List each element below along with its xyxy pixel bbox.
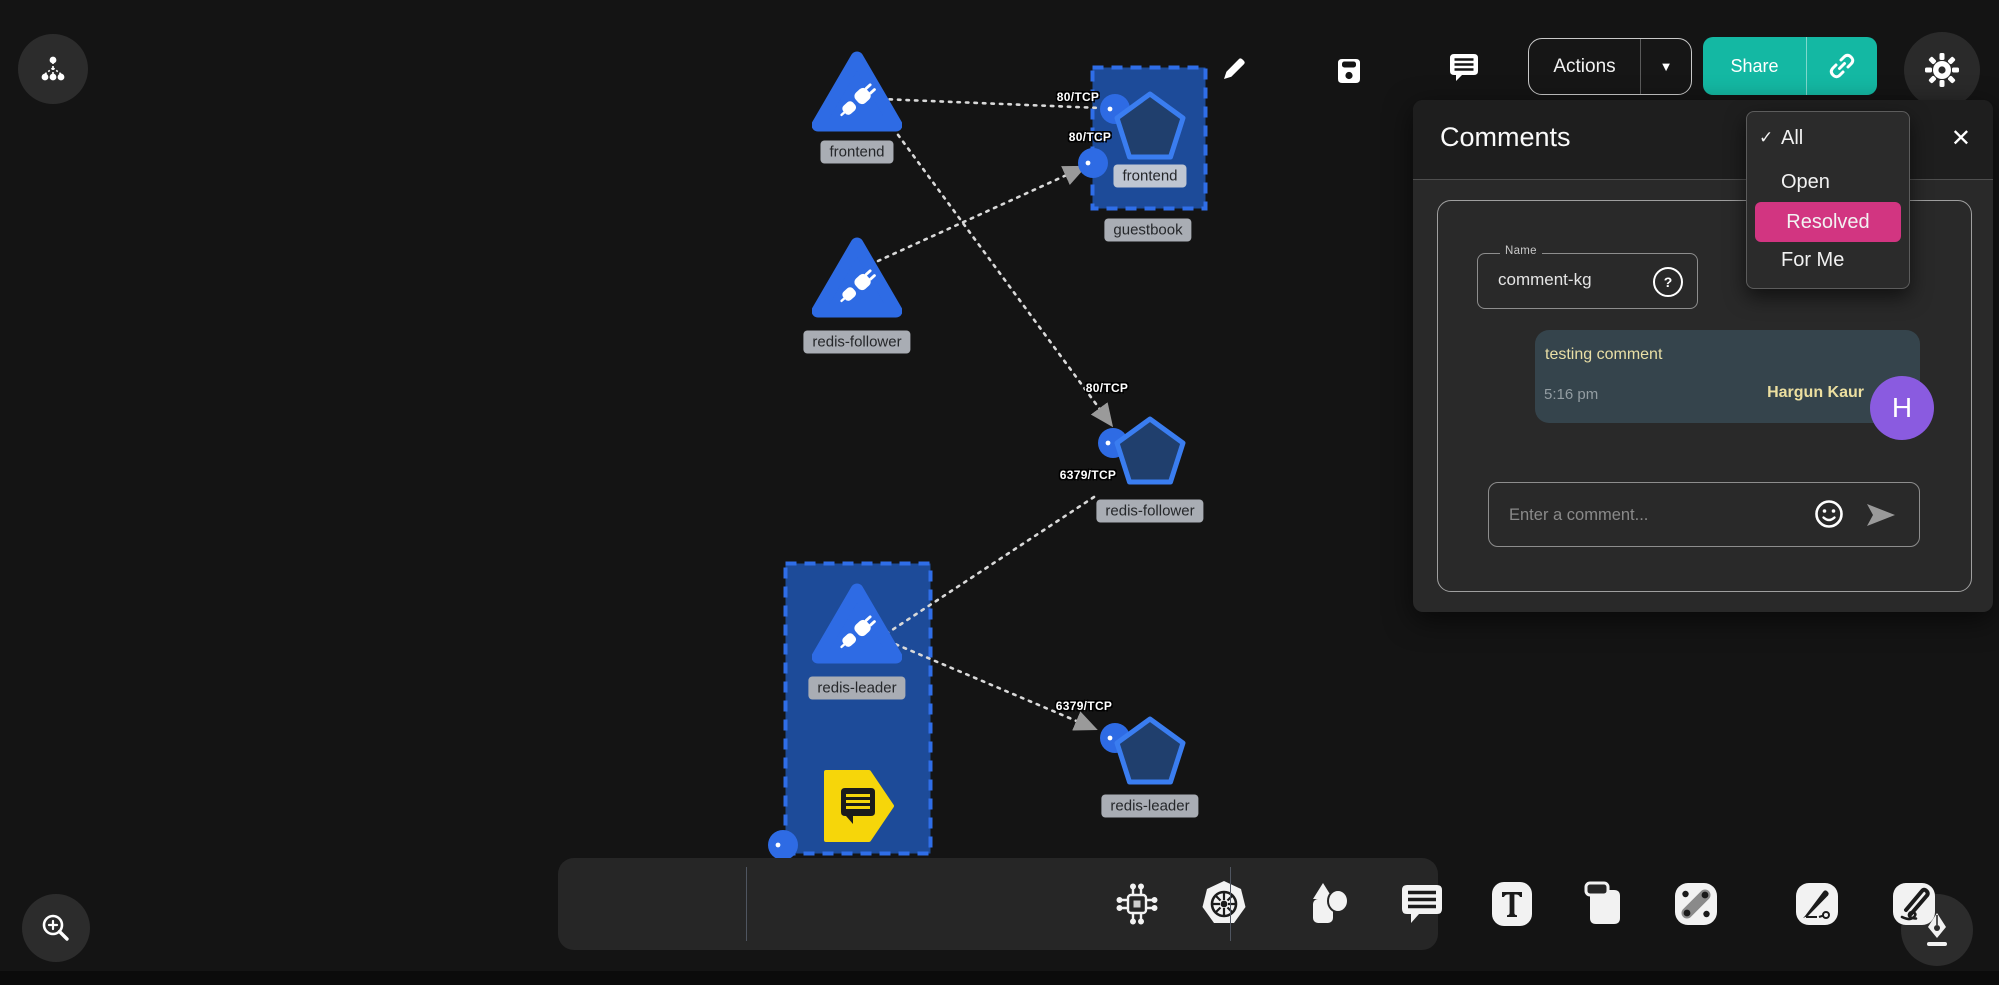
emoji-picker-button[interactable]	[1813, 498, 1845, 535]
help-icon[interactable]: ?	[1653, 267, 1683, 297]
edge-port-label: 6379/TCP	[1056, 699, 1112, 713]
comment-input[interactable]	[1495, 489, 1811, 541]
shapes-icon	[1305, 879, 1355, 929]
tool-scribble[interactable]	[1888, 878, 1940, 930]
checkmark-icon: ✓	[1759, 122, 1773, 154]
name-field-label: Name	[1500, 245, 1542, 257]
comment-name-field[interactable]: Name comment-kg ?	[1477, 253, 1698, 309]
port-4[interactable]	[768, 830, 798, 860]
pod-node-label: redis-leader	[1101, 795, 1198, 818]
pod-node-label: redis-follower	[1096, 500, 1203, 523]
comments-panel-title: Comments	[1440, 122, 1571, 153]
edge-port-label: 80/TCP	[1057, 90, 1099, 104]
toolbar-divider	[1230, 867, 1231, 941]
pod-node-frontend[interactable]	[1109, 87, 1191, 172]
smiley-icon	[1813, 498, 1845, 530]
port-dot	[776, 843, 781, 848]
service-node-label: frontend	[820, 141, 893, 164]
comment-composer	[1488, 482, 1920, 547]
text-tool-icon	[1489, 880, 1535, 928]
service-node-frontend[interactable]	[812, 51, 902, 138]
tool-select-graph[interactable]	[1111, 878, 1163, 930]
tool-text[interactable]	[1486, 878, 1538, 930]
filter-option-for-me[interactable]: For Me	[1747, 244, 1909, 276]
toolbar-divider	[746, 867, 747, 941]
comment-filter-menu: ✓All Open ResolvedFor Me	[1746, 111, 1910, 289]
service-node-label: redis-leader	[808, 677, 905, 700]
group-label-guestbook: guestbook	[1104, 219, 1191, 242]
frame-tool-icon	[1580, 880, 1628, 928]
connector-tool-icon	[1672, 880, 1720, 928]
port-1[interactable]	[1078, 148, 1108, 178]
comment-tool-icon	[1397, 881, 1447, 927]
filter-option-open[interactable]: Open	[1747, 166, 1909, 198]
filter-option-resolved[interactable]: Resolved	[1755, 202, 1901, 242]
edge-port-label: 80/TCP	[1069, 130, 1111, 144]
pod-node-redis-leader[interactable]	[1109, 712, 1191, 797]
edge-port-label: 6379/TCP	[1060, 468, 1116, 482]
tool-frame[interactable]	[1578, 878, 1630, 930]
tool-connector[interactable]	[1670, 878, 1722, 930]
tool-kubernetes[interactable]	[1198, 878, 1250, 930]
bottom-toolbar	[558, 858, 1438, 950]
close-icon[interactable]: ✕	[1951, 124, 1971, 153]
comment-time: 5:16 pm	[1544, 386, 1598, 403]
comment-author: Hargun Kaur	[1767, 384, 1864, 402]
send-icon	[1865, 502, 1897, 528]
service-node-label: redis-follower	[803, 331, 910, 354]
scribble-tool-icon	[1890, 880, 1938, 928]
canvas-comment-marker[interactable]	[819, 766, 897, 851]
pen-tool-icon	[1793, 880, 1841, 928]
comment-item[interactable]: testing comment 5:16 pm Hargun Kaur	[1535, 330, 1920, 423]
name-field-value: comment-kg	[1498, 270, 1592, 290]
send-comment-button[interactable]	[1865, 502, 1897, 533]
tool-shapes[interactable]	[1304, 878, 1356, 930]
kubernetes-icon	[1199, 879, 1249, 929]
tool-comment[interactable]	[1396, 878, 1448, 930]
avatar[interactable]: H	[1870, 376, 1934, 440]
service-node-redis-leader[interactable]	[812, 583, 902, 670]
pod-node-redis-follower[interactable]	[1109, 412, 1191, 497]
pod-node-label: frontend	[1113, 165, 1186, 188]
edge-2[interactable]	[893, 128, 1110, 423]
select-graph-icon	[1113, 880, 1161, 928]
comment-text: testing comment	[1545, 346, 1662, 364]
service-node-redis-follower[interactable]	[812, 237, 902, 324]
tool-pen[interactable]	[1791, 878, 1843, 930]
filter-option-all[interactable]: ✓All	[1747, 122, 1909, 154]
edge-port-label: 80/TCP	[1086, 381, 1128, 395]
port-dot	[1086, 161, 1091, 166]
